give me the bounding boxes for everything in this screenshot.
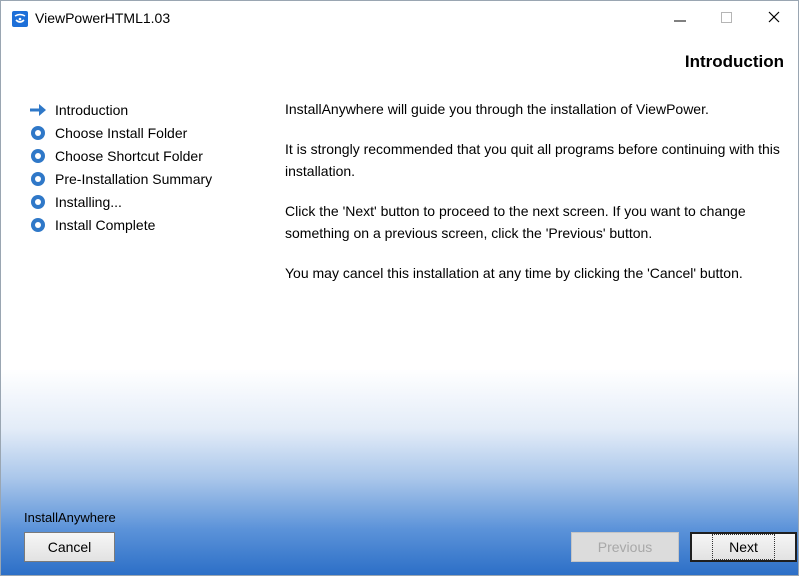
step-installing: Installing... bbox=[29, 190, 212, 213]
step-label: Install Complete bbox=[55, 216, 156, 233]
minimize-icon bbox=[674, 20, 686, 22]
step-label: Choose Shortcut Folder bbox=[55, 147, 203, 164]
step-label: Installing... bbox=[55, 193, 122, 210]
intro-paragraph: InstallAnywhere will guide you through t… bbox=[285, 101, 709, 117]
close-icon bbox=[768, 11, 780, 23]
step-label: Choose Install Folder bbox=[55, 124, 188, 141]
circle-bullet-icon bbox=[29, 170, 47, 188]
maximize-icon bbox=[720, 11, 732, 23]
arrow-right-icon bbox=[29, 101, 47, 119]
maximize-button[interactable] bbox=[703, 1, 749, 33]
page-title: Introduction bbox=[684, 52, 784, 71]
next-button-label: Next bbox=[712, 534, 775, 560]
cancel-button[interactable]: Cancel bbox=[24, 532, 115, 562]
step-choose-install-folder: Choose Install Folder bbox=[29, 121, 212, 144]
step-label: Introduction bbox=[55, 101, 129, 118]
step-label: Pre-Installation Summary bbox=[55, 170, 213, 187]
step-list: Introduction Choose Install Folder Choos… bbox=[29, 98, 212, 236]
circle-bullet-icon bbox=[29, 124, 47, 142]
intro-paragraph: It is strongly recommended that you quit… bbox=[285, 141, 780, 179]
intro-paragraph: Click the 'Next' button to proceed to th… bbox=[285, 203, 746, 241]
close-button[interactable] bbox=[751, 1, 797, 33]
intro-paragraph: You may cancel this installation at any … bbox=[285, 265, 743, 281]
installanywhere-brand: InstallAnywhere bbox=[24, 510, 116, 525]
introduction-text: InstallAnywhere will guide you through t… bbox=[285, 98, 785, 302]
circle-bullet-icon bbox=[29, 216, 47, 234]
step-pre-installation-summary: Pre-Installation Summary bbox=[29, 167, 212, 190]
step-introduction: Introduction bbox=[29, 98, 212, 121]
viewpower-app-icon bbox=[12, 11, 28, 27]
minimize-button[interactable] bbox=[657, 1, 703, 33]
window-title: ViewPowerHTML1.03 bbox=[35, 10, 171, 26]
next-button[interactable]: Next bbox=[690, 532, 797, 562]
title-bar[interactable]: ViewPowerHTML1.03 bbox=[1, 1, 798, 39]
circle-bullet-icon bbox=[29, 147, 47, 165]
previous-button[interactable]: Previous bbox=[571, 532, 679, 562]
installer-window: ViewPowerHTML1.03 Introduction Introduct… bbox=[0, 0, 799, 576]
circle-bullet-icon bbox=[29, 193, 47, 211]
step-choose-shortcut-folder: Choose Shortcut Folder bbox=[29, 144, 212, 167]
step-install-complete: Install Complete bbox=[29, 213, 212, 236]
installer-content: Introduction Introduction Choose Install… bbox=[1, 39, 798, 575]
